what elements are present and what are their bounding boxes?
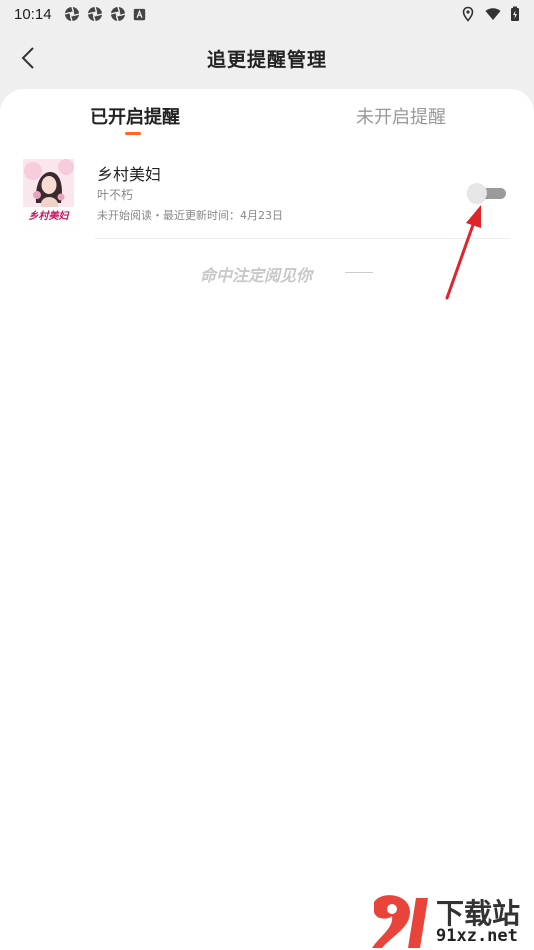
- book-cover-title: 乡村美妇: [29, 210, 71, 222]
- shutter-app-icon: [110, 6, 125, 22]
- shutter-app-icon: [87, 6, 102, 22]
- watermark: 下载站 91xz.net: [362, 892, 534, 950]
- book-list-item[interactable]: 乡村美妇 乡村美妇 叶不朽 未开始阅读・最近更新时间：4月23日: [0, 155, 534, 239]
- status-bar: 10:14: [0, 0, 534, 28]
- list-end-note: 命中注定阅见你: [200, 266, 313, 285]
- shutter-app-icon: [64, 6, 79, 22]
- book-update-status: 未开始阅读・最近更新时间：4月23日: [97, 209, 283, 222]
- chevron-left-icon: [21, 47, 34, 69]
- book-author: 叶不朽: [97, 188, 134, 202]
- status-time: 10:14: [14, 5, 52, 23]
- book-title: 乡村美妇: [97, 165, 162, 184]
- tab-reminders-off[interactable]: 未开启提醒: [356, 103, 446, 129]
- active-tab-indicator: [125, 132, 141, 135]
- toggle-knob: [467, 183, 487, 203]
- back-button[interactable]: [12, 42, 44, 74]
- battery-charging-icon: [511, 6, 519, 21]
- page-title: 追更提醒管理: [206, 48, 327, 71]
- watermark-logo: [372, 895, 428, 948]
- end-note-dash: [345, 272, 373, 273]
- book-cover: 乡村美妇: [23, 159, 74, 229]
- a-badge-icon: [133, 8, 145, 20]
- status-system-icons: [460, 6, 520, 22]
- tab-reminders-on[interactable]: 已开启提醒: [90, 103, 180, 129]
- wifi-icon: [485, 8, 501, 20]
- book-cover-art: 乡村美妇: [23, 159, 74, 229]
- location-icon: [462, 6, 474, 22]
- content-card: 已开启提醒 未开启提醒 乡村美妇 乡村美妇 叶不朽 未开始阅读・最近更新时间：4…: [0, 89, 534, 950]
- reminder-toggle[interactable]: [467, 183, 507, 203]
- watermark-domain: 91xz.net: [436, 926, 518, 946]
- tab-bar: 已开启提醒 未开启提醒: [0, 89, 534, 139]
- app-header: 追更提醒管理: [0, 30, 534, 86]
- item-divider: [95, 238, 510, 239]
- status-notification-icons: [64, 6, 146, 22]
